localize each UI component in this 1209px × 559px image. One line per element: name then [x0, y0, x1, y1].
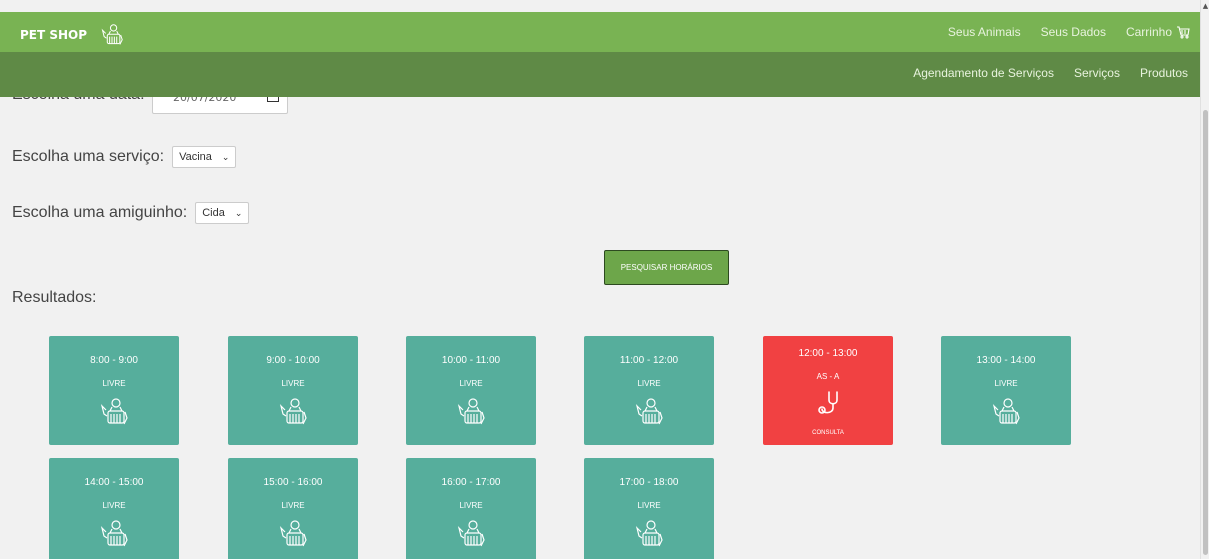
time-slot[interactable]: 10:00 - 11:00 LIVRE — [406, 336, 536, 445]
slot-time: 13:00 - 14:00 — [976, 355, 1036, 366]
pet-icon — [992, 398, 1020, 425]
pet-row: Escolha uma amiguinho: Cida ⌄ — [12, 202, 250, 224]
slot-time: 12:00 - 13:00 — [798, 348, 858, 359]
nav-produtos[interactable]: Produtos — [1140, 66, 1188, 80]
pet-select[interactable]: Cida ⌄ — [195, 202, 250, 224]
chevron-down-icon: ⌄ — [234, 207, 243, 218]
slot-type: CONSULTA — [812, 430, 844, 436]
service-label: Escolha uma serviço: — [12, 148, 165, 165]
slot-status: LIVRE — [281, 379, 305, 388]
slot-time: 17:00 - 18:00 — [619, 477, 679, 488]
pet-icon — [457, 398, 485, 425]
slot-time: 11:00 - 12:00 — [619, 355, 679, 366]
results-title: Resultados: — [12, 289, 97, 306]
pet-icon — [100, 398, 128, 425]
nav-carrinho[interactable]: Carrinho — [1126, 25, 1190, 39]
top-nav: Seus Animais Seus Dados Carrinho — [948, 12, 1200, 52]
time-slot[interactable]: 14:00 - 15:00 LIVRE — [49, 458, 179, 559]
slot-status: LIVRE — [459, 501, 483, 510]
slot-time: 16:00 - 17:00 — [441, 477, 501, 488]
time-slot[interactable]: 11:00 - 12:00 LIVRE — [584, 336, 714, 445]
time-slot[interactable]: 9:00 - 10:00 LIVRE — [228, 336, 358, 445]
service-row: Escolha uma serviço: Vacina ⌄ — [12, 146, 237, 168]
service-select[interactable]: Vacina ⌄ — [172, 146, 237, 168]
slot-status: LIVRE — [637, 379, 661, 388]
vertical-scrollbar[interactable]: ▲ — [1200, 0, 1209, 559]
slot-status: LIVRE — [459, 379, 483, 388]
pet-value: Cida — [202, 207, 225, 219]
pet-icon — [635, 398, 663, 425]
secondary-navbar: Agendamento de Serviços Serviços Produto… — [0, 52, 1200, 97]
pet-icon — [279, 398, 307, 425]
slot-time: 15:00 - 16:00 — [263, 477, 323, 488]
slot-status: LIVRE — [102, 379, 126, 388]
page: Escolha uma data: 20/07/2020 Escolha uma… — [0, 0, 1200, 559]
time-slot-booked[interactable]: 12:00 - 13:00 AS - A CONSULTA — [763, 336, 893, 445]
slot-time: 8:00 - 9:00 — [90, 355, 138, 366]
stethoscope-icon — [818, 391, 838, 414]
cart-icon — [1177, 25, 1190, 39]
slot-status: LIVRE — [281, 501, 305, 510]
pet-icon — [100, 520, 128, 547]
time-slot[interactable]: 8:00 - 9:00 LIVRE — [49, 336, 179, 445]
pet-label: Escolha uma amiguinho: — [12, 204, 188, 221]
time-slot[interactable]: 13:00 - 14:00 LIVRE — [941, 336, 1071, 445]
chevron-down-icon: ⌄ — [221, 151, 230, 162]
slot-status: AS - A — [816, 372, 840, 381]
time-slot[interactable]: 15:00 - 16:00 LIVRE — [228, 458, 358, 559]
time-slot[interactable]: 16:00 - 17:00 LIVRE — [406, 458, 536, 559]
pet-icon — [101, 24, 123, 45]
nav-seus-dados[interactable]: Seus Dados — [1041, 25, 1106, 39]
pet-icon — [635, 520, 663, 547]
slot-status: LIVRE — [102, 501, 126, 510]
sub-nav: Agendamento de Serviços Serviços Produto… — [893, 52, 1188, 94]
brand[interactable]: PET SHOP — [20, 24, 127, 46]
search-schedules-button[interactable]: PESQUISAR HORÁRIOS — [604, 250, 729, 285]
service-value: Vacina — [179, 151, 212, 163]
pet-icon — [457, 520, 485, 547]
nav-agendamento[interactable]: Agendamento de Serviços — [913, 66, 1054, 80]
time-slot[interactable]: 17:00 - 18:00 LIVRE — [584, 458, 714, 559]
slot-status: LIVRE — [637, 501, 661, 510]
slot-status: LIVRE — [994, 379, 1018, 388]
scroll-up-icon[interactable]: ▲ — [1201, 0, 1209, 12]
nav-servicos[interactable]: Serviços — [1074, 66, 1120, 80]
top-navbar: PET SHOP Seus Animais Seus Dados Carrinh… — [0, 12, 1200, 52]
scroll-thumb[interactable] — [1203, 110, 1208, 555]
pet-icon — [279, 520, 307, 547]
slot-time: 10:00 - 11:00 — [441, 355, 501, 366]
nav-seus-animais[interactable]: Seus Animais — [948, 25, 1021, 39]
slot-time: 9:00 - 10:00 — [266, 355, 320, 366]
brand-name: PET SHOP — [20, 28, 88, 42]
cart-label: Carrinho — [1125, 25, 1172, 39]
slot-time: 14:00 - 15:00 — [84, 477, 144, 488]
